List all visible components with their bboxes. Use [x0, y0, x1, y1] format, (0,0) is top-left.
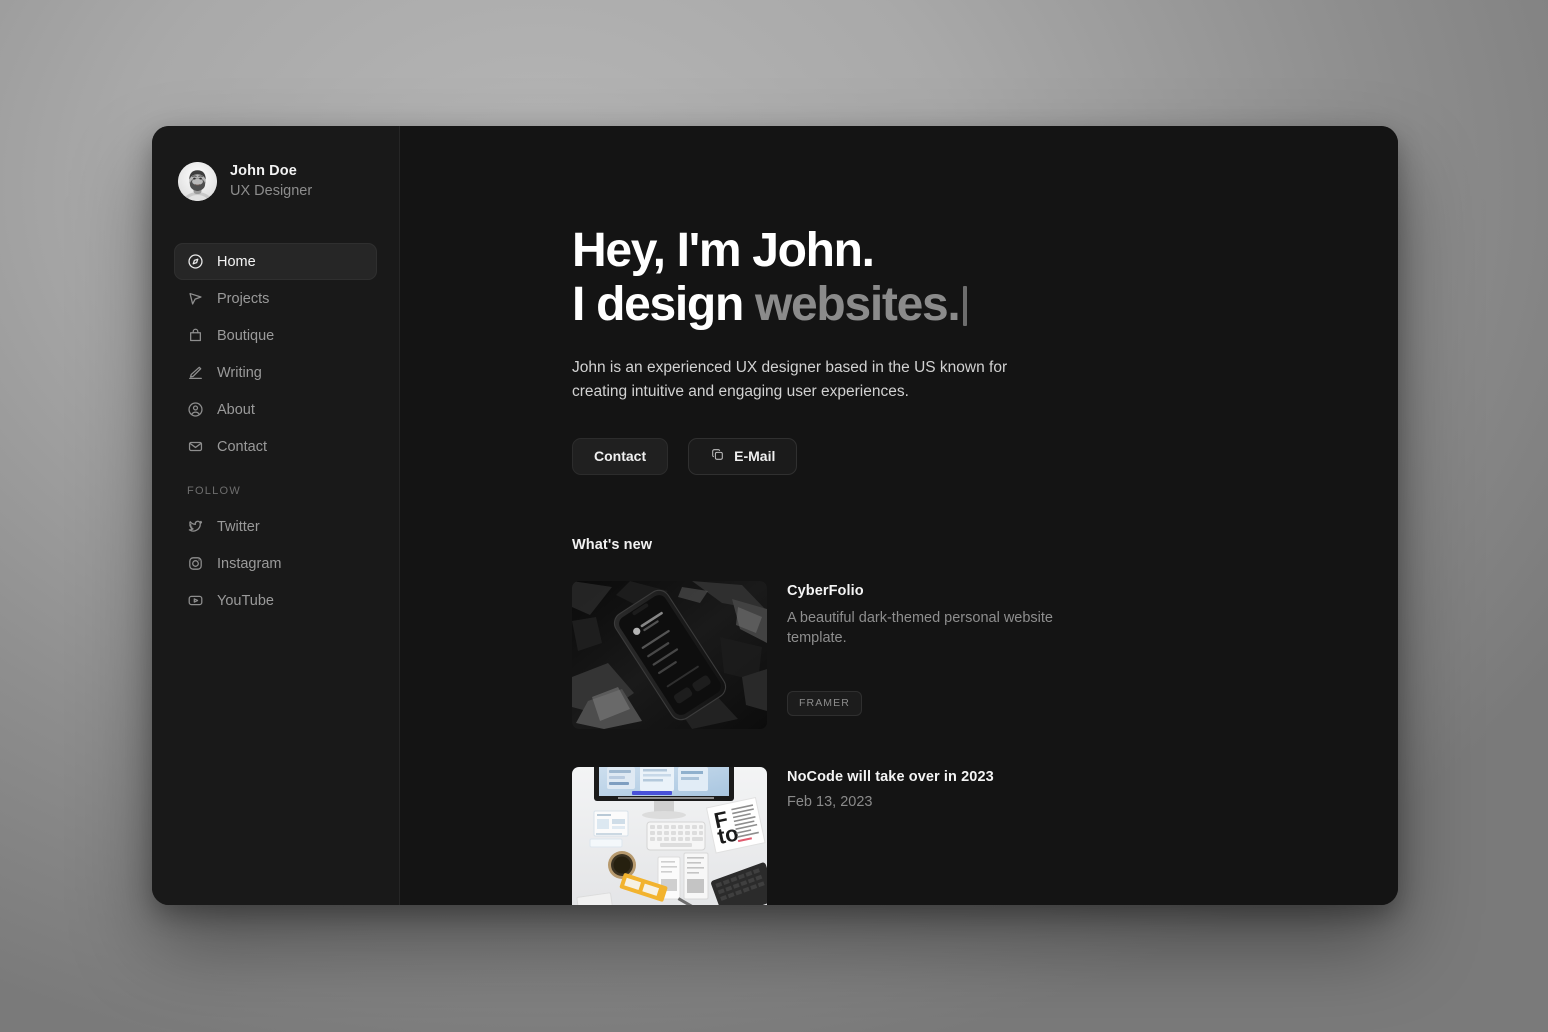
sidebar-item-label: About	[217, 401, 255, 418]
hero-line-2: I design websites.	[572, 278, 1398, 332]
email-button[interactable]: E-Mail	[688, 437, 798, 475]
hero-line-2-prefix: I design	[572, 278, 755, 332]
list-item-title: CyberFolio	[787, 582, 864, 599]
cursor-arrow-icon	[187, 290, 204, 307]
twitter-icon	[187, 518, 204, 535]
list-item-title: NoCode will take over in 2023	[787, 768, 994, 785]
follow-section-label: FOLLOW	[187, 485, 241, 497]
pencil-icon	[187, 364, 204, 381]
envelope-icon	[187, 438, 204, 455]
whats-new-heading: What's new	[572, 536, 653, 553]
sidebar-item-label: Twitter	[217, 518, 260, 535]
thumbnail-cyberfolio	[572, 580, 767, 729]
sidebar-item-youtube[interactable]: YouTube	[174, 582, 377, 619]
sidebar-item-label: YouTube	[217, 592, 274, 609]
sidebar-item-label: Home	[217, 253, 256, 270]
contact-button[interactable]: Contact	[572, 437, 669, 475]
hero-subtitle: John is an experienced UX designer based…	[572, 359, 1008, 401]
sidebar-item-label: Writing	[217, 364, 262, 381]
profile-block[interactable]: John Doe UX Designer	[174, 162, 377, 201]
hero-button-row: Contact E-Mail	[572, 437, 1398, 475]
avatar	[178, 162, 217, 201]
typing-caret	[963, 286, 968, 327]
list-item-description: A beautiful dark-themed personal website…	[787, 609, 1053, 647]
page-title: Hey, I'm John. I design websites.	[572, 224, 1398, 332]
status-badge[interactable]: FRAMER	[787, 690, 862, 716]
compass-icon	[187, 253, 204, 270]
whats-new-list: CyberFolio A beautiful dark-themed perso…	[572, 580, 1398, 906]
copy-icon	[710, 447, 725, 465]
email-button-label: E-Mail	[734, 448, 776, 464]
sidebar-item-writing[interactable]: Writing	[174, 354, 377, 391]
profile-role: UX Designer	[230, 182, 313, 199]
instagram-icon	[187, 555, 204, 572]
app-window: John Doe UX Designer Home Projects Bouti…	[152, 126, 1398, 905]
primary-navigation: Home Projects Boutique Writing About Con…	[174, 243, 377, 619]
youtube-icon	[187, 592, 204, 609]
sidebar-item-label: Projects	[217, 290, 270, 307]
sidebar-item-label: Instagram	[217, 555, 282, 572]
shopping-bag-icon	[187, 327, 204, 344]
list-item-body: NoCode will take over in 2023 Feb 13, 20…	[787, 767, 994, 906]
sidebar-item-projects[interactable]: Projects	[174, 280, 377, 317]
thumbnail-nocode: F to	[572, 766, 767, 905]
profile-name: John Doe	[230, 163, 297, 180]
sidebar-item-instagram[interactable]: Instagram	[174, 545, 377, 582]
sidebar-item-boutique[interactable]: Boutique	[174, 317, 377, 354]
hero-line-1: Hey, I'm John.	[572, 224, 875, 277]
sidebar-item-twitter[interactable]: Twitter	[174, 508, 377, 545]
list-item[interactable]: F to NoCode will take over in 2023 Feb 1…	[572, 766, 1398, 906]
sidebar-item-label: Boutique	[217, 327, 275, 344]
hero-line-2-accent: websites.	[755, 278, 961, 332]
list-item-body: CyberFolio A beautiful dark-themed perso…	[787, 581, 1087, 729]
list-item-date: Feb 13, 2023	[787, 793, 873, 810]
sidebar-item-about[interactable]: About	[174, 391, 377, 428]
list-item[interactable]: CyberFolio A beautiful dark-themed perso…	[572, 580, 1398, 729]
contact-button-label: Contact	[594, 448, 647, 464]
sidebar-item-label: Contact	[217, 438, 267, 455]
sidebar-item-home[interactable]: Home	[174, 243, 377, 280]
sidebar: John Doe UX Designer Home Projects Bouti…	[152, 126, 400, 905]
sidebar-item-contact[interactable]: Contact	[174, 428, 377, 465]
user-circle-icon	[187, 401, 204, 418]
main-content: Hey, I'm John. I design websites. John i…	[400, 126, 1398, 905]
